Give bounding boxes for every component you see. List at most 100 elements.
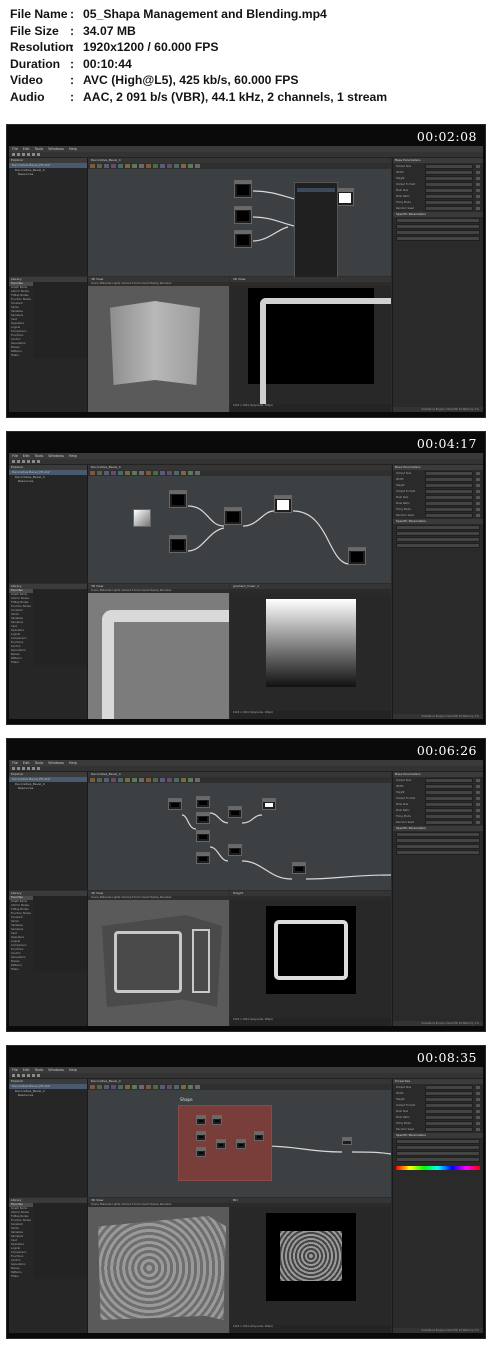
graph-tool-icon[interactable] [90,1085,95,1089]
graph-tool-icon[interactable] [167,1085,172,1089]
property-field[interactable] [396,843,480,849]
graph-tool-icon[interactable] [188,778,193,782]
node-popup[interactable] [294,182,338,278]
graph-tool-icon[interactable] [160,778,165,782]
toolbar-icon[interactable] [12,460,15,463]
graph-tool-icon[interactable] [118,778,123,782]
graph-tool-icon[interactable] [104,1085,109,1089]
gradient-node[interactable] [133,509,151,527]
menu-item[interactable]: Help [69,1068,77,1072]
graph-node[interactable] [196,796,210,808]
property-button[interactable] [476,1097,480,1101]
toolbar-icon[interactable] [32,767,35,770]
graph-tool-icon[interactable] [174,778,179,782]
graph-tool-icon[interactable] [153,1085,158,1089]
graph-node[interactable] [262,798,276,810]
graph-node[interactable] [228,844,242,856]
graph-node[interactable] [348,547,366,565]
property-button[interactable] [476,814,480,818]
graph-node[interactable] [216,1139,226,1149]
property-field[interactable] [425,488,473,494]
menu-item[interactable]: Help [69,761,77,765]
menu-item[interactable]: File [12,147,18,151]
property-button[interactable] [476,182,480,186]
property-button[interactable] [476,1109,480,1113]
menu-item[interactable]: Windows [48,1068,64,1072]
property-button[interactable] [476,1085,480,1089]
graph-tool-icon[interactable] [104,471,109,475]
property-field[interactable] [425,163,473,169]
property-button[interactable] [476,1121,480,1125]
menu-item[interactable]: Tools [35,454,44,458]
graph-tool-icon[interactable] [97,164,102,168]
toolbar-icon[interactable] [27,1074,30,1077]
graph-tool-icon[interactable] [195,1085,200,1089]
menu-item[interactable]: Windows [48,761,64,765]
property-button[interactable] [476,176,480,180]
graph-node[interactable] [228,806,242,818]
graph-tool-icon[interactable] [153,471,158,475]
property-field[interactable] [425,205,473,211]
property-field[interactable] [396,1150,480,1156]
graph-tool-icon[interactable] [139,778,144,782]
graph-tool-icon[interactable] [104,164,109,168]
menu-item[interactable]: Edit [23,1068,30,1072]
menu-item[interactable]: Tools [35,1068,44,1072]
property-field[interactable] [396,849,480,855]
property-field[interactable] [425,1114,473,1120]
property-field[interactable] [396,223,480,229]
toolbar-icon[interactable] [27,767,30,770]
toolbar-icon[interactable] [27,460,30,463]
library-item[interactable]: Filters [9,968,33,972]
toolbar-icon[interactable] [17,460,20,463]
graph-tool-icon[interactable] [118,1085,123,1089]
property-field[interactable] [425,175,473,181]
menu-item[interactable]: Edit [23,761,30,765]
graph-tool-icon[interactable] [181,471,186,475]
graph-tool-icon[interactable] [132,164,137,168]
property-field[interactable] [425,789,473,795]
property-field[interactable] [425,1120,473,1126]
property-field[interactable] [425,169,473,175]
property-field[interactable] [425,783,473,789]
property-button[interactable] [476,495,480,499]
property-field[interactable] [425,807,473,813]
property-button[interactable] [476,796,480,800]
property-field[interactable] [396,831,480,837]
property-field[interactable] [396,837,480,843]
graph-node[interactable] [196,1115,206,1125]
graph-tool-icon[interactable] [174,164,179,168]
graph-tool-icon[interactable] [195,778,200,782]
property-field[interactable] [425,506,473,512]
graph-tool-icon[interactable] [146,164,151,168]
toolbar-icon[interactable] [17,767,20,770]
graph-tool-icon[interactable] [111,471,116,475]
graph-tool-icon[interactable] [97,471,102,475]
graph-tool-icon[interactable] [125,471,130,475]
property-field[interactable] [425,1102,473,1108]
graph-node[interactable] [196,830,210,842]
graph-tool-icon[interactable] [139,164,144,168]
library-item[interactable]: Filters [9,1275,33,1279]
graph-tool-icon[interactable] [97,1085,102,1089]
graph-tool-icon[interactable] [167,778,172,782]
property-field[interactable] [396,530,480,536]
toolbar-icon[interactable] [32,460,35,463]
graph-tool-icon[interactable] [181,1085,186,1089]
menu-item[interactable]: File [12,1068,18,1072]
graph-node[interactable] [234,206,252,224]
graph-tool-icon[interactable] [111,778,116,782]
property-button[interactable] [476,808,480,812]
property-field[interactable] [396,524,480,530]
popup-item[interactable] [297,188,335,192]
property-field[interactable] [425,819,473,825]
property-button[interactable] [476,200,480,204]
graph-node[interactable] [169,490,187,508]
menu-item[interactable]: Tools [35,761,44,765]
property-button[interactable] [476,1115,480,1119]
menu-item[interactable]: Help [69,147,77,151]
property-button[interactable] [476,802,480,806]
property-button[interactable] [476,790,480,794]
graph-node[interactable] [234,180,252,198]
property-button[interactable] [476,501,480,505]
